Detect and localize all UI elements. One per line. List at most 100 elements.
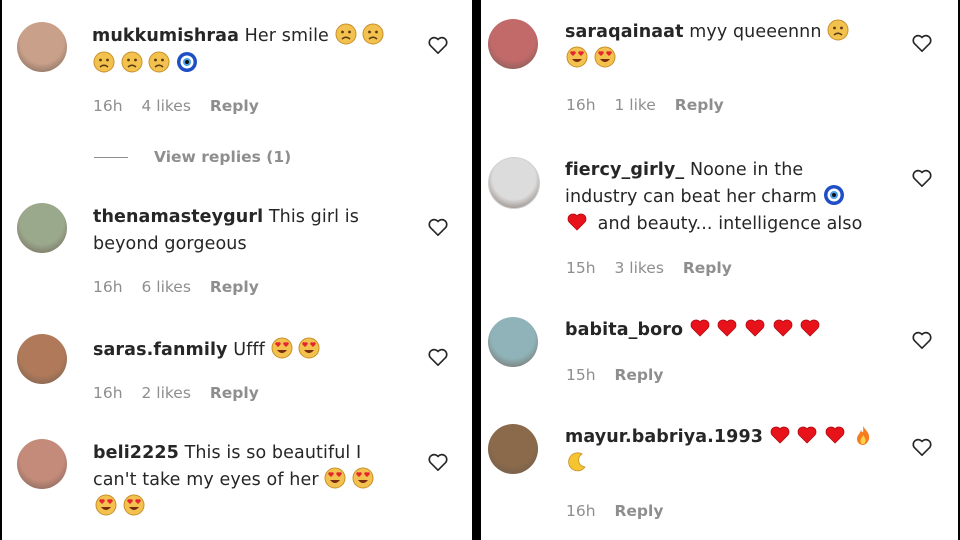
comment-meta: 16h 2 likes Reply xyxy=(93,384,273,402)
heart-eyes-emoji xyxy=(594,46,616,68)
comment-text: fiercy_girly_ Noone in the xyxy=(565,157,803,184)
likes-count[interactable]: 2 likes xyxy=(141,384,190,402)
reply-button[interactable]: Reply xyxy=(683,259,732,277)
comment-emoji-line xyxy=(566,451,588,478)
comment-text: mukkumishraa Her smile xyxy=(92,23,384,50)
comment-emoji-line xyxy=(93,51,198,78)
timestamp: 16h xyxy=(93,97,123,115)
comment-meta: 15h Reply xyxy=(566,366,677,384)
comment-emoji-line xyxy=(95,494,145,521)
red-heart-emoji xyxy=(796,424,818,446)
comment-text: thenamasteygurl This girl is xyxy=(93,204,359,231)
comment-body-line2: beyond gorgeous xyxy=(93,234,247,254)
reply-button[interactable]: Reply xyxy=(210,384,259,402)
comment-text: saras.fanmily Ufff xyxy=(93,337,320,364)
heart-eyes-emoji xyxy=(95,494,117,516)
avatar[interactable] xyxy=(488,19,538,69)
reply-button[interactable]: Reply xyxy=(210,278,259,296)
like-heart-icon[interactable] xyxy=(911,437,933,457)
sad-face-emoji xyxy=(121,51,143,73)
comment-meta: 15h 3 likes Reply xyxy=(566,259,746,277)
timestamp: 15h xyxy=(566,366,596,384)
heart-eyes-emoji xyxy=(352,467,374,489)
username[interactable]: fiercy_girly_ xyxy=(565,160,684,180)
heart-eyes-emoji xyxy=(566,46,588,68)
username[interactable]: saraqainaat xyxy=(565,22,684,42)
comment-emoji-line xyxy=(566,46,616,73)
timestamp: 15h xyxy=(566,259,596,277)
like-heart-icon[interactable] xyxy=(911,33,933,53)
avatar[interactable] xyxy=(17,203,67,253)
avatar[interactable] xyxy=(17,22,67,72)
like-heart-icon[interactable] xyxy=(427,452,449,472)
right-comments-panel: saraqainaat myy queeennn 16h 1 like Repl… xyxy=(481,0,958,540)
red-heart-emoji xyxy=(689,317,711,339)
red-heart-emoji xyxy=(716,317,738,339)
username[interactable]: saras.fanmily xyxy=(93,340,228,360)
comment-meta: 16h 4 likes Reply xyxy=(93,97,273,115)
avatar[interactable] xyxy=(17,334,67,384)
likes-count[interactable]: 1 like xyxy=(614,96,655,114)
heart-eyes-emoji xyxy=(123,494,145,516)
like-heart-icon[interactable] xyxy=(427,35,449,55)
reply-button[interactable]: Reply xyxy=(614,502,663,520)
comment-body-line2: industry can beat her charm xyxy=(565,184,845,211)
like-heart-icon[interactable] xyxy=(427,217,449,237)
reply-button[interactable]: Reply xyxy=(614,366,663,384)
comment-body: and beauty... intelligence also xyxy=(597,214,863,234)
comment-body: can't take my eyes of her xyxy=(93,470,319,490)
username[interactable]: beli2225 xyxy=(93,443,179,463)
red-heart-emoji xyxy=(799,317,821,339)
comment-meta: 16h 1 like Reply xyxy=(566,96,738,114)
view-replies-button[interactable]: View replies (1) xyxy=(94,148,291,166)
comment-text: babita_boro xyxy=(565,317,821,344)
reply-button[interactable]: Reply xyxy=(210,97,259,115)
comment-body: Her smile xyxy=(244,26,329,46)
sad-face-emoji xyxy=(148,51,170,73)
heart-eyes-emoji xyxy=(271,337,293,359)
username[interactable]: babita_boro xyxy=(565,320,683,340)
likes-count[interactable]: 6 likes xyxy=(141,278,190,296)
timestamp: 16h xyxy=(93,384,123,402)
like-heart-icon[interactable] xyxy=(427,347,449,367)
left-comments-panel: mukkumishraa Her smile 16h 4 likes Reply… xyxy=(2,0,472,540)
username[interactable]: mayur.babriya.1993 xyxy=(565,427,763,447)
comment-body-line2: can't take my eyes of her xyxy=(93,467,374,494)
comment-body: industry can beat her charm xyxy=(565,187,817,207)
avatar[interactable] xyxy=(488,157,540,209)
username[interactable]: mukkumishraa xyxy=(92,26,239,46)
likes-count[interactable]: 3 likes xyxy=(614,259,663,277)
reply-button[interactable]: Reply xyxy=(675,96,724,114)
comment-text: mayur.babriya.1993 xyxy=(565,424,874,451)
timestamp: 16h xyxy=(566,96,596,114)
comment-text: beli2225 This is so beautiful I xyxy=(93,440,361,467)
heart-eyes-emoji xyxy=(298,337,320,359)
comment-body: Noone in the xyxy=(689,160,804,180)
avatar[interactable] xyxy=(488,424,538,474)
sad-face-emoji xyxy=(827,19,849,41)
username[interactable]: thenamasteygurl xyxy=(93,207,263,227)
avatar[interactable] xyxy=(488,317,538,367)
view-replies-line xyxy=(94,157,128,158)
sad-face-emoji xyxy=(362,23,384,45)
avatar[interactable] xyxy=(17,439,67,489)
nazar-amulet-emoji xyxy=(176,51,198,73)
like-heart-icon[interactable] xyxy=(911,168,933,188)
fire-emoji xyxy=(852,424,874,446)
crescent-moon-emoji xyxy=(566,451,588,473)
comment-body: myy queeennn xyxy=(689,22,822,42)
red-heart-emoji xyxy=(824,424,846,446)
red-heart-emoji xyxy=(772,317,794,339)
likes-count[interactable]: 4 likes xyxy=(141,97,190,115)
view-replies-label: View replies (1) xyxy=(154,148,292,166)
sad-face-emoji xyxy=(335,23,357,45)
comment-body: This girl is xyxy=(268,207,359,227)
comment-body: This is so beautiful I xyxy=(184,443,362,463)
red-heart-emoji xyxy=(744,317,766,339)
timestamp: 16h xyxy=(93,278,123,296)
comment-body-line3: and beauty... intelligence also xyxy=(566,211,862,238)
comment-text: saraqainaat myy queeennn xyxy=(565,19,849,46)
timestamp: 16h xyxy=(566,502,596,520)
heart-eyes-emoji xyxy=(324,467,346,489)
like-heart-icon[interactable] xyxy=(911,330,933,350)
